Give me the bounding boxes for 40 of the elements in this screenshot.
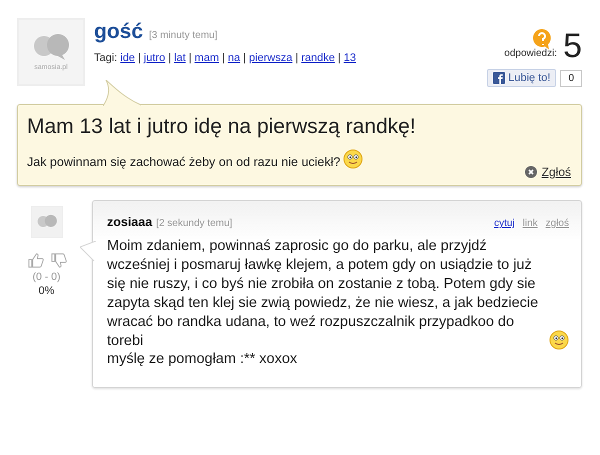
tag-link[interactable]: lat xyxy=(174,52,186,64)
tag-link[interactable]: 13 xyxy=(344,52,356,64)
separator: | xyxy=(295,52,298,64)
tag-link[interactable]: pierwsza xyxy=(248,52,292,64)
separator: | xyxy=(243,52,246,64)
tag-link[interactable]: mam xyxy=(194,52,219,64)
tag-link[interactable]: ide xyxy=(120,52,135,64)
vote-percent: 0% xyxy=(38,285,54,297)
like-count: 0 xyxy=(560,70,582,86)
separator: | xyxy=(138,52,141,64)
like-button[interactable]: Lubię to! xyxy=(487,69,556,87)
question-title: Mam 13 lat i jutro idę na pierwszą randkę! xyxy=(27,115,417,139)
post-time: [3 minuty temu] xyxy=(149,30,218,41)
vote-count: (0 - 0) xyxy=(32,271,60,283)
facebook-icon xyxy=(493,72,506,84)
speech-bubbles-icon xyxy=(36,214,58,230)
smiley-icon xyxy=(343,149,364,169)
speech-bubbles-icon xyxy=(31,33,71,61)
answers-label: odpowiedzi: xyxy=(504,48,558,59)
question-bubble-icon xyxy=(532,28,552,50)
close-icon xyxy=(524,166,537,178)
tag-link[interactable]: randke xyxy=(301,52,335,64)
author-name[interactable]: zosiaaa xyxy=(107,215,152,229)
smiley-icon xyxy=(549,330,569,350)
post-time: [2 sekundy temu] xyxy=(156,218,232,229)
author-name[interactable]: gość xyxy=(94,20,144,44)
question-text: Jak powinnam się zachować żeby on od razu nie uciekł? xyxy=(27,155,340,169)
answer-closing-text: myślę ze pomogłam :** xoxox xyxy=(107,351,298,367)
report-link[interactable]: Zgłoś xyxy=(542,165,571,179)
thumbs-down-icon[interactable] xyxy=(50,252,66,269)
separator: | xyxy=(222,52,225,64)
separator: | xyxy=(188,52,192,64)
separator: | xyxy=(168,52,172,64)
tags-label: Tagi: xyxy=(94,52,118,64)
answers-count: 5 xyxy=(563,29,582,63)
action-link[interactable]: cytuj xyxy=(494,218,515,229)
tag-link[interactable]: na xyxy=(228,52,240,64)
separator: | xyxy=(338,52,341,64)
thumbs-up-icon[interactable] xyxy=(26,252,44,269)
tag-link[interactable]: jutro xyxy=(144,52,166,64)
